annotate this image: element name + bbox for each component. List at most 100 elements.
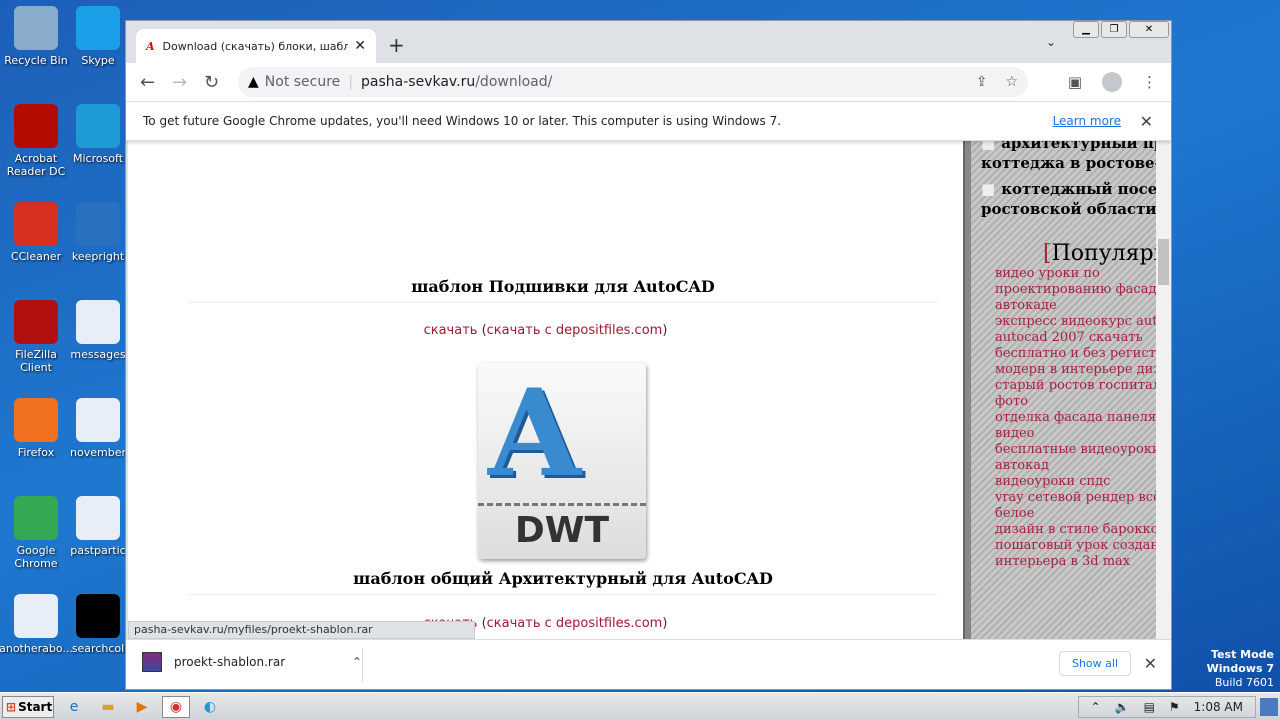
share-icon[interactable]: ⇪ [976, 74, 988, 90]
status-url-tooltip: pasha-sevkav.ru/myfiles/proekt-shablon.r… [128, 621, 475, 639]
maximize-button[interactable]: ❐ [1101, 21, 1127, 38]
popular-link[interactable]: дизайн в стиле барокко [995, 522, 1156, 538]
address-bar[interactable]: ▲ Not secure | pasha-sevkav.ru/download/… [238, 67, 1028, 97]
warning-icon[interactable]: ▲ [248, 74, 259, 90]
taskbar: ⊞ Start e ▬ ▶ ◉ ◐ ⌃ 🔈 ▤ ⚑ 1:08 AM [0, 692, 1280, 720]
download-item[interactable]: proekt-shablon.rar ⌃ [142, 652, 362, 672]
update-infobar: To get future Google Chrome updates, you… [126, 101, 1171, 141]
popular-link[interactable]: модерн в интерьере дизайн [995, 362, 1156, 378]
network-icon[interactable]: ▤ [1144, 700, 1155, 714]
depositfiles-link[interactable]: скачать с depositfiles.com [487, 616, 663, 631]
popular-link[interactable]: пошаговый урок создания [995, 538, 1156, 554]
site-favicon-icon: A [146, 39, 155, 53]
test-mode-watermark: Test Mode Windows 7 Build 7601 [1206, 648, 1274, 689]
close-window-button[interactable]: ✕ [1129, 21, 1169, 38]
popular-link[interactable]: vray сетевой рендер всё [995, 490, 1156, 506]
main-column: шаблон Подшивки для AutoCAD скачать (ска… [128, 141, 963, 639]
popular-list: видео уроки попроектированию фасадов вав… [971, 266, 1156, 570]
side-panel-icon[interactable]: ▣ [1068, 73, 1082, 91]
download-bar: proekt-shablon.rar ⌃ Show all ✕ [126, 639, 1171, 689]
show-all-button[interactable]: Show all [1058, 651, 1131, 676]
action-center-flag-icon[interactable]: ⚑ [1169, 700, 1180, 714]
tab-title: Download (скачать) блоки, шаблоны [162, 39, 349, 53]
bookmark-star-icon[interactable]: ☆ [1005, 74, 1018, 90]
ie-icon[interactable]: e [60, 696, 88, 718]
volume-icon[interactable]: 🔈 [1115, 700, 1130, 714]
app-icon [76, 594, 120, 638]
download-links: скачать (скачать с depositfiles.com) [423, 323, 668, 338]
page-content: шаблон Подшивки для AutoCAD скачать (ска… [128, 141, 1171, 639]
sidebar-bullet-item[interactable]: ■архитектурный проект коттеджа в ростове… [981, 141, 1156, 173]
new-tab-button[interactable]: + [388, 33, 405, 57]
reload-icon[interactable]: ↻ [204, 72, 236, 93]
infobar-close-icon[interactable]: ✕ [1140, 112, 1153, 131]
toolbar: ← → ↻ ▲ Not secure | pasha-sevkav.ru/dow… [126, 63, 1171, 101]
popular-link[interactable]: бесплатно и без регистрации [995, 346, 1156, 362]
tab-download[interactable]: A Download (скачать) блоки, шаблоны ✕ [136, 29, 376, 63]
file-type-label: DWT [478, 503, 646, 551]
app-icon [14, 104, 58, 148]
learn-more-link[interactable]: Learn more [1053, 114, 1121, 128]
tab-strip: A Download (скачать) блоки, шаблоны ✕ + … [126, 21, 1171, 63]
tab-close-icon[interactable]: ✕ [354, 38, 366, 54]
app-icon [14, 6, 58, 50]
chrome-taskbar-icon[interactable]: ◉ [162, 695, 190, 718]
popular-link[interactable]: видео [995, 426, 1156, 442]
rar-file-icon [142, 652, 162, 672]
sidebar: ■архитектурный проект коттеджа в ростове… [971, 141, 1156, 639]
app-icon [14, 300, 58, 344]
back-arrow-icon[interactable]: ← [140, 72, 172, 93]
popular-link[interactable]: видеоуроки спдс [995, 474, 1156, 490]
vertical-scrollbar[interactable] [1156, 141, 1171, 639]
download-bar-close-icon[interactable]: ✕ [1144, 654, 1157, 673]
popular-link[interactable]: бесплатные видеоуроки [995, 442, 1156, 458]
app-icon [76, 104, 120, 148]
download-link[interactable]: скачать [424, 323, 478, 338]
column-divider [963, 141, 971, 639]
minimize-button[interactable]: ▁ [1073, 21, 1099, 38]
sidebar-bullet-item[interactable]: ■коттеджный поселок ростовской области. [981, 179, 1156, 219]
popular-link[interactable]: автокаде [995, 298, 1156, 314]
app-icon [76, 202, 120, 246]
edge-icon[interactable]: ◐ [196, 696, 224, 718]
tab-search-chevron-icon[interactable]: ⌄ [1046, 35, 1056, 49]
url-path: /download/ [475, 74, 553, 90]
popular-link[interactable]: экспресс видеокурс autocad [995, 314, 1156, 330]
chevron-up-icon[interactable]: ⌃ [352, 655, 362, 669]
popular-link[interactable]: проектированию фасадов в [995, 282, 1156, 298]
depositfiles-link[interactable]: скачать с depositfiles.com [487, 323, 663, 338]
start-button[interactable]: ⊞ Start [2, 695, 54, 718]
forward-arrow-icon[interactable]: → [172, 72, 204, 93]
popular-link[interactable]: интерьера в 3d max [995, 554, 1156, 570]
media-player-icon[interactable]: ▶ [128, 696, 156, 718]
windows-logo-icon: ⊞ [6, 699, 17, 714]
url-host: pasha-sevkav.ru [361, 74, 476, 90]
app-icon [14, 202, 58, 246]
app-icon [14, 594, 58, 638]
popular-link[interactable]: фото [995, 394, 1156, 410]
popular-link[interactable]: автокад [995, 458, 1156, 474]
autocad-logo-icon: A [488, 363, 582, 504]
infobar-message: To get future Google Chrome updates, you… [143, 114, 782, 128]
window-controls: ▁ ❐ ✕ [1073, 21, 1169, 38]
scrollbar-thumb[interactable] [1158, 239, 1169, 285]
chrome-window: A Download (скачать) блоки, шаблоны ✕ + … [125, 20, 1172, 690]
popular-link[interactable]: видео уроки по [995, 266, 1156, 282]
menu-kebab-icon[interactable]: ⋮ [1142, 73, 1157, 91]
download-filename: proekt-shablon.rar [174, 655, 286, 669]
not-secure-label[interactable]: Not secure [265, 74, 341, 90]
show-desktop-button[interactable] [1260, 698, 1278, 716]
app-icon [76, 496, 120, 540]
clock[interactable]: 1:08 AM [1194, 700, 1243, 714]
explorer-folder-icon[interactable]: ▬ [94, 696, 122, 718]
system-tray: ⌃ 🔈 ▤ ⚑ 1:08 AM [1077, 696, 1256, 718]
app-icon [76, 6, 120, 50]
popular-link[interactable]: белое [995, 506, 1156, 522]
popular-link[interactable]: autocad 2007 скачать [995, 330, 1156, 346]
popular-link[interactable]: старый ростов госпиталь [995, 378, 1156, 394]
show-hidden-icons-icon[interactable]: ⌃ [1091, 700, 1101, 714]
popular-link[interactable]: отделка фасада панелями [995, 410, 1156, 426]
profile-avatar[interactable] [1102, 72, 1122, 92]
app-icon [76, 398, 120, 442]
address-separator: | [348, 74, 354, 90]
